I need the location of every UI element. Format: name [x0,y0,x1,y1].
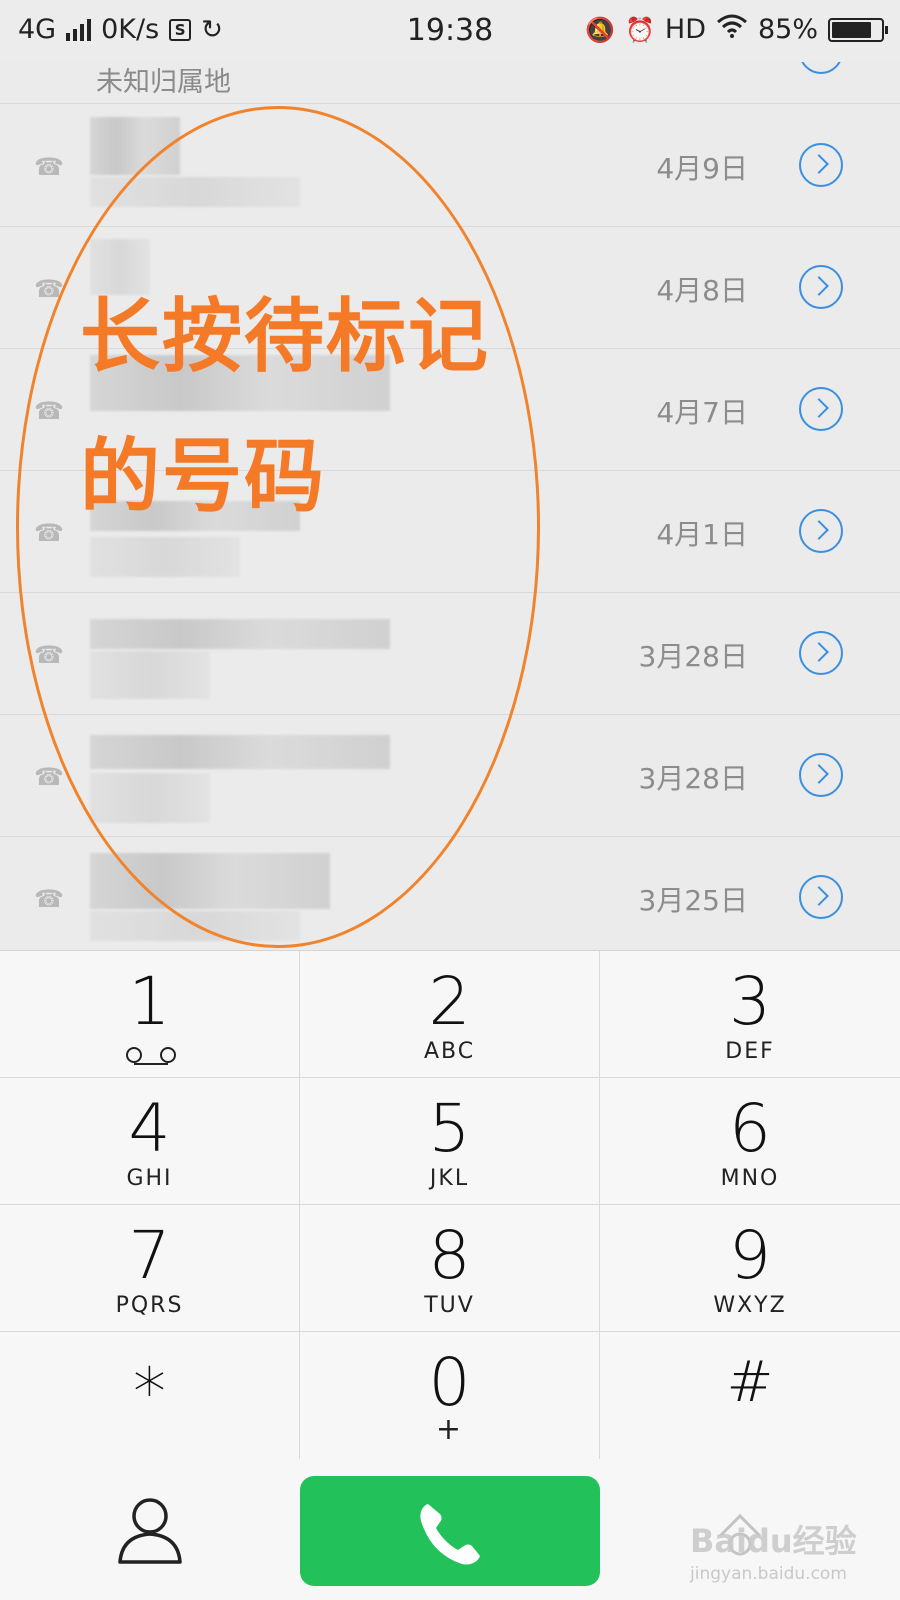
call-detail-button[interactable] [799,753,843,797]
call-type-icon: ☎ [34,275,64,303]
location-label: 未知归属地 [96,67,231,98]
call-type-icon: ☎ [34,519,64,547]
battery-percent: 85% [757,14,818,45]
wifi-icon [716,14,748,45]
call-detail-button[interactable] [799,62,843,74]
key-letters: DEF [725,1039,775,1064]
key-digit: # [726,1350,774,1415]
key-7[interactable]: 7 PQRS [0,1205,300,1332]
bottom-action-bar: Baidu经验 jingyan.baidu.com [0,1460,900,1600]
key-letters: MNO [720,1166,780,1191]
annotation-line-1: 长按待标记 [80,290,490,383]
blurred-contact-name [90,117,180,175]
contacts-button[interactable] [110,1490,190,1570]
key-5[interactable]: 5 JKL [300,1078,600,1205]
blurred-contact-number [90,735,390,769]
key-digit: 6 [729,1090,771,1167]
call-button[interactable] [300,1476,600,1586]
key-3[interactable]: 3 DEF [600,951,900,1078]
call-type-icon: ☎ [34,153,64,181]
watermark-url: jingyan.baidu.com [690,1564,847,1584]
key-digit: 4 [128,1090,171,1167]
key-1[interactable]: 1 [0,951,300,1078]
key-9[interactable]: 9 WXYZ [600,1205,900,1332]
call-detail-button[interactable] [799,875,843,919]
alarm-icon: ⏰ [625,15,655,44]
call-date: 4月7日 [656,396,748,429]
call-log-row[interactable]: ☎ 3月28日 [0,715,900,837]
dial-keypad: 1 2 ABC 3 DEF 4 GHI 5 JKL 6 MNO 7 PQRS 8… [0,950,900,1461]
call-date: 3月25日 [638,884,748,917]
key-hash[interactable]: # [600,1332,900,1459]
status-right: 🔕 ⏰ HD 85% [585,14,888,45]
key-2[interactable]: 2 ABC [300,951,600,1078]
blurred-contact-number [90,177,300,207]
call-date: 3月28日 [638,640,748,673]
call-log-row[interactable]: ☎ 3月28日 [0,593,900,715]
key-6[interactable]: 6 MNO [600,1078,900,1205]
call-detail-button[interactable] [799,509,843,553]
call-date: 4月1日 [656,518,748,551]
key-digit: * [133,1354,166,1431]
key-digit: 1 [128,963,171,1040]
key-digit: 0 [428,1344,471,1421]
key-letters: JKL [429,1166,470,1191]
call-detail-button[interactable] [799,387,843,431]
key-letters: TUV [424,1293,475,1318]
call-log-row[interactable]: 未知归属地 [0,62,900,104]
key-letters: GHI [126,1166,173,1191]
key-star[interactable]: * [0,1332,300,1459]
key-digit: 5 [428,1090,471,1167]
call-detail-button[interactable] [799,631,843,675]
call-log-row[interactable]: ☎ 4月9日 [0,105,900,227]
key-digit: 9 [729,1217,771,1294]
key-4[interactable]: 4 GHI [0,1078,300,1205]
key-letters: WXYZ [713,1293,787,1318]
annotation-line-2: 的号码 [80,430,326,523]
call-date: 3月28日 [638,762,748,795]
call-type-icon: ☎ [34,763,64,791]
blurred-contact-name [90,853,330,909]
voicemail-icon [126,1047,176,1065]
call-detail-button[interactable] [799,265,843,309]
mute-notification-icon: 🔕 [585,15,615,44]
key-8[interactable]: 8 TUV [300,1205,600,1332]
blurred-contact-location [90,773,210,823]
key-letters: + [435,1412,464,1447]
key-digit: 7 [128,1217,171,1294]
call-log-row[interactable]: ☎ 3月25日 [0,837,900,950]
call-detail-button[interactable] [799,143,843,187]
call-date: 4月9日 [656,152,748,185]
blurred-contact-number [90,911,300,941]
blurred-contact-location [90,537,240,577]
blurred-contact-number [90,619,390,649]
battery-icon [828,17,888,42]
key-digit: 8 [428,1217,471,1294]
key-digit: 3 [729,963,771,1040]
phone-icon [420,1504,480,1565]
person-icon [118,1498,182,1564]
call-date: 4月8日 [656,274,748,307]
call-type-icon: ☎ [34,641,64,669]
key-0[interactable]: 0 + [300,1332,600,1459]
status-bar: 4G 0K/s S ↻ 19:38 🔕 ⏰ HD 85% [0,0,900,62]
key-letters: PQRS [115,1293,184,1318]
hd-label: HD [664,14,706,45]
key-digit: 2 [428,963,471,1040]
watermark-brand: Baidu经验 [690,1522,857,1560]
call-type-icon: ☎ [34,885,64,913]
call-type-icon: ☎ [34,397,64,425]
blurred-contact-location [90,651,210,699]
key-letters: ABC [423,1039,476,1064]
